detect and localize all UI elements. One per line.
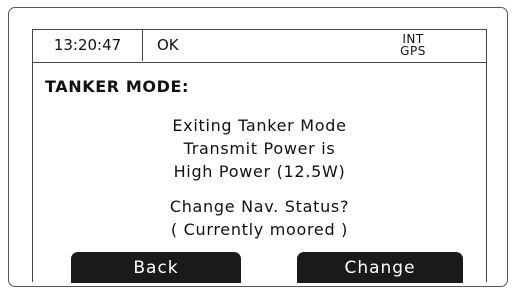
message-line: Transmit Power is — [183, 139, 336, 158]
status-bar: 13:20:47 OK INT GPS — [33, 30, 486, 63]
message-line: Exiting Tanker Mode — [172, 116, 347, 135]
display-screen: 13:20:47 OK INT GPS TANKER MODE: Exiting… — [32, 29, 487, 283]
position-source-indicator: INT GPS — [398, 33, 428, 57]
change-softkey[interactable]: Change — [297, 252, 463, 283]
back-softkey[interactable]: Back — [71, 252, 241, 283]
status-message: OK — [157, 36, 179, 54]
page-title: TANKER MODE: — [45, 77, 189, 96]
status-time: 13:20:47 — [33, 30, 143, 61]
question-line: ( Currently moored ) — [170, 220, 349, 239]
question-line: Change Nav. Status? — [169, 197, 350, 216]
source-line-gps: GPS — [400, 44, 426, 58]
transmit-power-message: Exiting Tanker Mode Transmit Power is Hi… — [33, 114, 486, 183]
message-line: High Power (12.5W) — [173, 162, 346, 181]
nav-status-question: Change Nav. Status? ( Currently moored ) — [33, 195, 486, 241]
